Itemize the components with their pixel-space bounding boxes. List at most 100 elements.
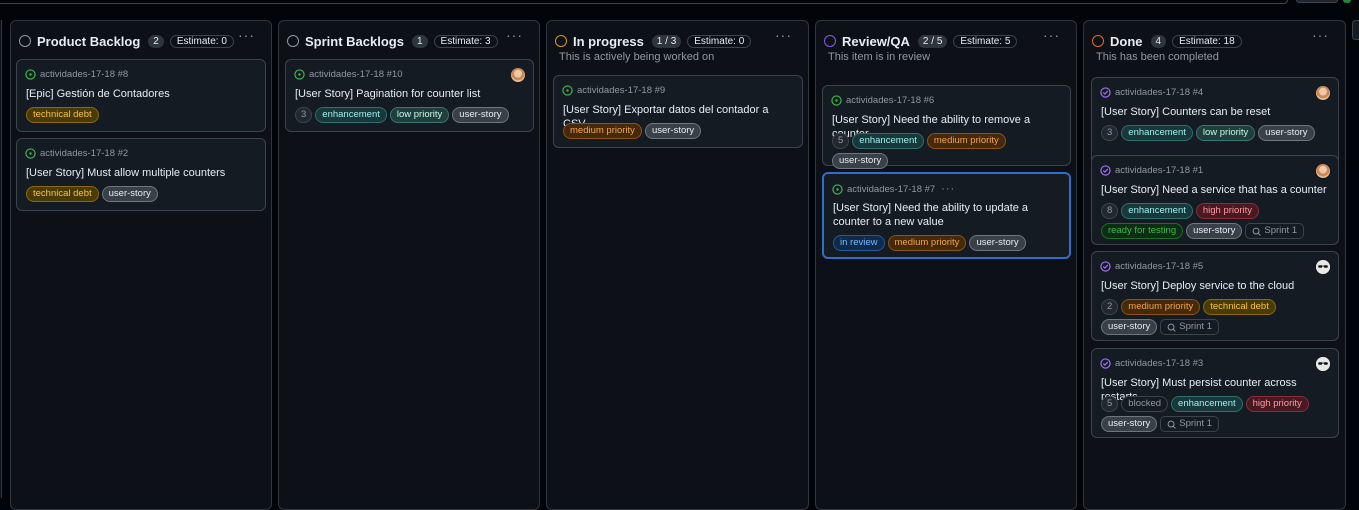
label-medium-priority[interactable]: medium priority — [1121, 299, 1201, 315]
label-user-story[interactable]: user-story — [1258, 125, 1315, 141]
label-blocked[interactable]: blocked — [1121, 396, 1169, 412]
sprint-label: Sprint 1 — [1264, 225, 1298, 236]
issue-title[interactable]: [User Story] Need the ability to update … — [833, 201, 1061, 229]
assignee-avatar[interactable] — [1316, 357, 1330, 371]
issue-card[interactable]: actividades-17-18 #8 [Epic] Gestión de C… — [16, 59, 266, 132]
open-issue-icon — [562, 85, 573, 96]
issue-card-selected[interactable]: actividades-17-18 #7 ··· [User Story] Ne… — [822, 172, 1071, 259]
item-count: 2 — [148, 34, 164, 48]
estimate-total: Estimate: 3 — [433, 34, 498, 48]
column-in-progress: In progress 1 / 3 Estimate: 0 ··· This i… — [546, 20, 809, 510]
label-technical-debt[interactable]: technical debt — [1203, 299, 1276, 315]
top-toolbar-strip — [0, 0, 1359, 8]
item-count: 4 — [1150, 34, 1167, 48]
label-user-story[interactable]: user-story — [1101, 319, 1158, 335]
toolbar-button-edge[interactable] — [1296, 0, 1338, 3]
open-issue-icon — [25, 148, 36, 159]
column-description: This item is in review — [828, 51, 931, 63]
column-title: Review/QA — [842, 33, 910, 49]
label-user-story[interactable]: user-story — [832, 153, 889, 169]
item-count: 2 / 5 — [917, 34, 948, 48]
card-estimate: 5 — [1101, 396, 1119, 412]
closed-issue-icon — [1100, 358, 1111, 369]
column-menu-button[interactable]: ··· — [1043, 27, 1060, 43]
label-high-priority[interactable]: high priority — [1195, 203, 1259, 219]
label-medium-priority[interactable]: medium priority — [563, 123, 642, 139]
issue-reference[interactable]: actividades-17-18 #8 — [40, 69, 128, 80]
sprint-field[interactable]: Sprint 1 — [1160, 319, 1219, 335]
label-enhancement[interactable]: enhancement — [1171, 396, 1243, 412]
column-review-qa: Review/QA 2 / 5 Estimate: 5 ··· This ite… — [815, 20, 1077, 510]
issue-title[interactable]: [User Story] Must allow multiple counter… — [26, 166, 257, 180]
status-circle-icon — [555, 35, 567, 47]
estimate-total: Estimate: 18 — [1172, 34, 1242, 48]
assignee-avatar[interactable] — [1316, 86, 1330, 100]
iteration-icon — [1167, 420, 1176, 429]
card-estimate: 3 — [1101, 125, 1119, 141]
issue-title[interactable]: [Epic] Gestión de Contadores — [26, 87, 257, 101]
issue-card[interactable]: actividades-17-18 #6 [User Story] Need t… — [822, 85, 1071, 169]
label-user-story[interactable]: user-story — [644, 123, 702, 139]
assignee-avatar[interactable] — [1316, 260, 1330, 274]
issue-title[interactable]: [User Story] Counters can be reset — [1101, 105, 1330, 119]
issue-reference[interactable]: actividades-17-18 #5 — [1115, 261, 1203, 272]
label-enhancement[interactable]: enhancement — [1121, 125, 1193, 141]
issue-title[interactable]: [User Story] Need a service that has a c… — [1101, 183, 1330, 197]
filter-bar-edge[interactable] — [0, 0, 1288, 4]
open-issue-icon — [832, 183, 843, 195]
label-enhancement[interactable]: enhancement — [1121, 203, 1193, 219]
assignee-avatar[interactable] — [511, 68, 525, 82]
issue-card[interactable]: actividades-17-18 #4 [User Story] Counte… — [1091, 77, 1339, 165]
status-circle-icon — [824, 35, 836, 47]
issue-reference[interactable]: actividades-17-18 #3 — [1115, 358, 1203, 369]
label-user-story[interactable]: user-story — [101, 186, 158, 202]
issue-title[interactable]: [User Story] Pagination for counter list — [295, 87, 525, 101]
label-user-story[interactable]: user-story — [452, 107, 509, 123]
issue-card[interactable]: actividades-17-18 #1 [User Story] Need a… — [1091, 155, 1339, 245]
estimate-total: Estimate: 0 — [687, 34, 752, 48]
card-estimate: 8 — [1101, 203, 1119, 219]
label-technical-debt[interactable]: technical debt — [26, 186, 99, 202]
issue-reference[interactable]: actividades-17-18 #6 — [846, 95, 934, 106]
add-column-button-edge[interactable] — [1352, 20, 1359, 40]
card-menu-button[interactable]: ··· — [941, 183, 955, 195]
column-menu-button[interactable]: ··· — [506, 27, 523, 43]
label-ready-for-testing[interactable]: ready for testing — [1101, 223, 1184, 239]
label-medium-priority[interactable]: medium priority — [926, 133, 1006, 149]
assignee-avatar[interactable] — [1316, 164, 1330, 178]
issue-card[interactable]: actividades-17-18 #10 [User Story] Pagin… — [285, 59, 534, 132]
issue-reference[interactable]: actividades-17-18 #4 — [1115, 87, 1203, 98]
label-technical-debt[interactable]: technical debt — [26, 107, 99, 123]
issue-reference[interactable]: actividades-17-18 #7 — [847, 184, 935, 195]
issue-reference[interactable]: actividades-17-18 #1 — [1115, 165, 1203, 176]
issue-reference[interactable]: actividades-17-18 #2 — [40, 148, 128, 159]
label-user-story[interactable]: user-story — [1101, 416, 1158, 432]
save-button-edge[interactable] — [1343, 0, 1351, 3]
issue-card[interactable]: actividades-17-18 #5 [User Story] Deploy… — [1091, 251, 1339, 341]
issue-title[interactable]: [User Story] Deploy service to the cloud — [1101, 279, 1330, 293]
label-user-story[interactable]: user-story — [969, 235, 1026, 251]
sprint-field[interactable]: Sprint 1 — [1245, 223, 1305, 239]
sprint-label: Sprint 1 — [1179, 321, 1212, 332]
issue-reference[interactable]: actividades-17-18 #10 — [309, 69, 402, 80]
label-user-story[interactable]: user-story — [1186, 223, 1243, 239]
column-menu-button[interactable]: ··· — [1312, 27, 1329, 43]
label-low-priority[interactable]: low priority — [389, 107, 450, 123]
item-count: 1 — [411, 34, 428, 48]
column-product-backlog: Product Backlog 2 Estimate: 0 ··· activi… — [10, 20, 272, 510]
sprint-field[interactable]: Sprint 1 — [1160, 416, 1219, 432]
column-description: This has been completed — [1096, 51, 1219, 63]
issue-reference[interactable]: actividades-17-18 #9 — [577, 85, 665, 96]
label-enhancement[interactable]: enhancement — [315, 107, 387, 123]
label-low-priority[interactable]: low priority — [1195, 125, 1256, 141]
label-in-review[interactable]: in review — [833, 235, 885, 251]
column-menu-button[interactable]: ··· — [775, 27, 792, 43]
issue-card[interactable]: actividades-17-18 #3 [User Story] Must p… — [1091, 348, 1339, 438]
label-medium-priority[interactable]: medium priority — [887, 235, 967, 251]
label-enhancement[interactable]: enhancement — [852, 133, 924, 149]
column-menu-button[interactable]: ··· — [238, 27, 255, 43]
open-issue-icon — [25, 69, 36, 80]
issue-card[interactable]: actividades-17-18 #9 [User Story] Export… — [553, 75, 803, 148]
issue-card[interactable]: actividades-17-18 #2 [User Story] Must a… — [16, 138, 266, 211]
label-high-priority[interactable]: high priority — [1245, 396, 1309, 412]
